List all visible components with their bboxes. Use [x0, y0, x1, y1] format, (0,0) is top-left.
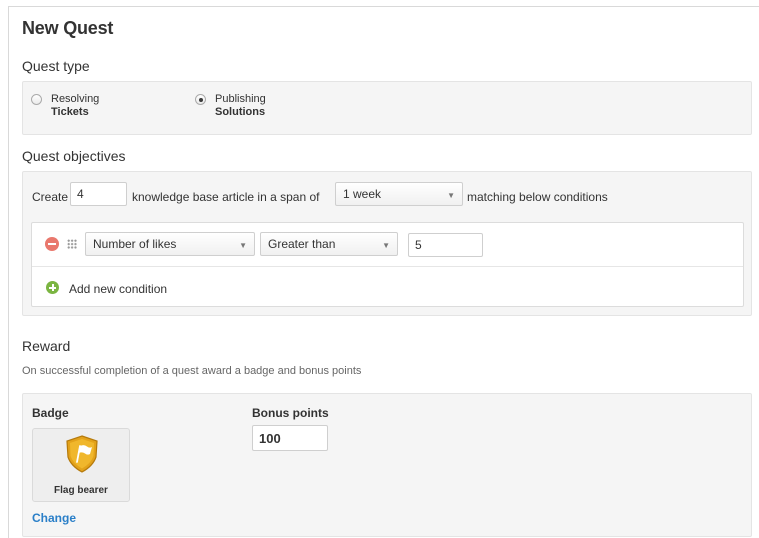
page-title: New Quest	[22, 18, 114, 38]
objective-middle-text: knowledge base article in a span of	[132, 190, 320, 204]
quest-objectives-label: Quest objectives	[22, 148, 126, 164]
condition-operator-select[interactable]: Greater than ▼	[260, 232, 398, 256]
radio-publishing-solutions[interactable]	[195, 94, 206, 105]
objective-end-text: matching below conditions	[467, 190, 608, 204]
reward-label: Reward	[22, 338, 71, 354]
quest-type-label: Quest type	[22, 58, 90, 74]
radio-label-resolving-line2: Tickets	[51, 106, 89, 118]
caret-down-icon: ▼	[382, 241, 390, 250]
condition-field-value: Number of likes	[93, 237, 177, 251]
bonus-points-label: Bonus points	[252, 406, 329, 420]
drag-handle-icon[interactable]	[67, 239, 77, 249]
caret-down-icon: ▼	[239, 241, 247, 250]
radio-label-publishing-line2: Solutions	[215, 106, 266, 118]
condition-field-select[interactable]: Number of likes ▼	[85, 232, 255, 256]
quest-objectives-panel: Create knowledge base article in a span …	[22, 171, 752, 316]
badge-label: Badge	[32, 406, 69, 420]
bonus-points-input[interactable]	[252, 425, 328, 451]
radio-label-resolving[interactable]: Resolving Tickets	[51, 93, 99, 119]
radio-label-publishing[interactable]: Publishing Solutions	[215, 93, 266, 119]
condition-operator-value: Greater than	[268, 237, 336, 251]
badge-card[interactable]: Flag bearer	[32, 428, 130, 502]
reward-panel: Badge Flag bearer Change Bonus points	[22, 393, 752, 537]
add-condition-icon[interactable]	[46, 281, 59, 294]
objective-count-input[interactable]	[70, 182, 127, 206]
caret-down-icon: ▼	[447, 191, 455, 200]
remove-condition-icon[interactable]	[45, 237, 59, 251]
span-select[interactable]: 1 week ▼	[335, 182, 463, 206]
badge-name: Flag bearer	[54, 485, 108, 496]
radio-resolving-tickets[interactable]	[31, 94, 42, 105]
radio-label-publishing-line1: Publishing	[215, 93, 266, 105]
condition-value-input[interactable]	[408, 233, 483, 257]
conditions-box: Number of likes ▼ Greater than ▼ Add new…	[31, 222, 744, 307]
flag-badge-icon	[66, 435, 98, 473]
quest-type-panel: Resolving Tickets Publishing Solutions	[22, 81, 752, 135]
radio-label-resolving-line1: Resolving	[51, 93, 100, 105]
change-badge-link[interactable]: Change	[32, 511, 76, 525]
add-condition-link[interactable]: Add new condition	[69, 282, 167, 296]
span-select-value: 1 week	[343, 187, 382, 201]
reward-description: On successful completion of a quest awar…	[22, 365, 362, 377]
create-label: Create	[32, 190, 69, 204]
condition-divider	[32, 266, 743, 267]
